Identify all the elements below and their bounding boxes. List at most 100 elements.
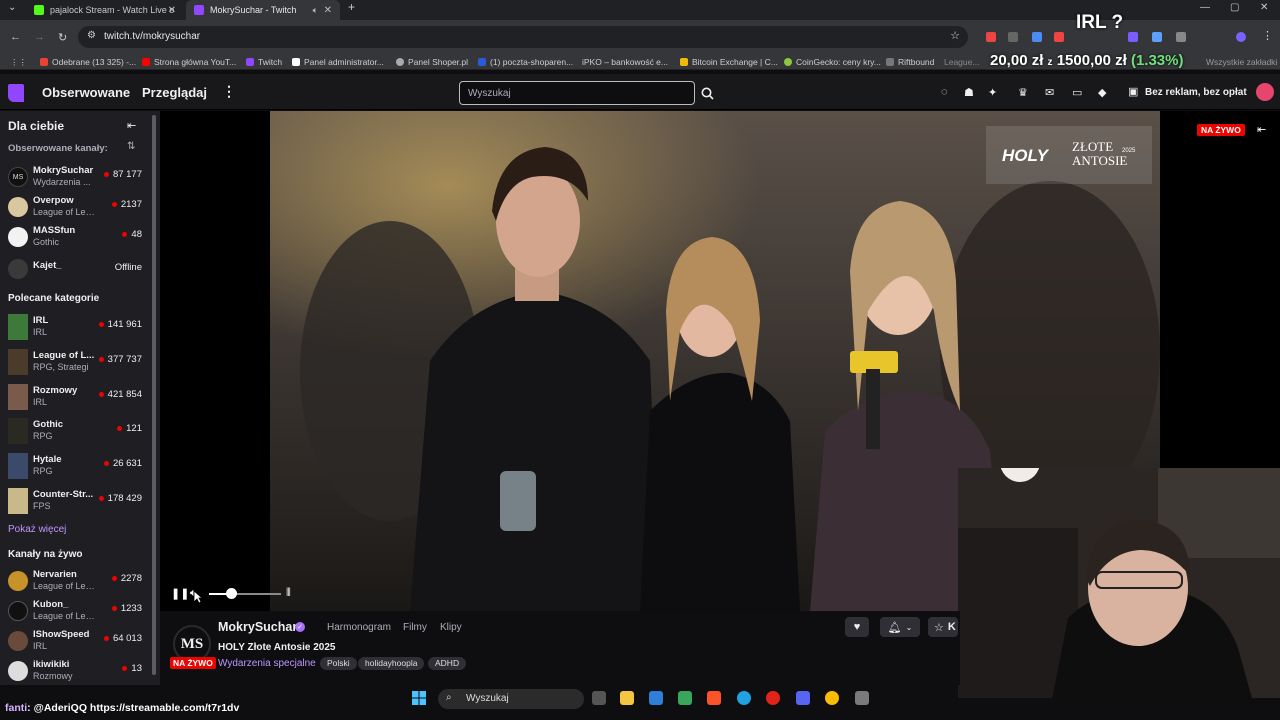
window-close-icon[interactable]: ✕	[1260, 2, 1268, 13]
bookmark-item[interactable]: Panel Shoper.pl	[396, 57, 468, 67]
sidebar-followed-channel[interactable]: Kajet_ Offline	[0, 255, 150, 285]
audio-sync-icon[interactable]: ⦀	[286, 587, 291, 600]
inbox-icon[interactable]: ✉	[1045, 86, 1054, 99]
stream-tag[interactable]: holidayhoopla	[358, 657, 425, 670]
nav-following[interactable]: Obserwowane	[42, 85, 130, 100]
twitch-logo-icon[interactable]	[8, 84, 24, 102]
speaker-icon[interactable]: 🔈︎	[313, 5, 318, 16]
reload-icon[interactable]: ↻	[58, 31, 67, 44]
address-bar[interactable]: ⚙ twitch.tv/mokrysuchar ☆	[78, 26, 968, 48]
sidebar-live-channel[interactable]: Kubon_ League of Leg... 1233	[0, 597, 150, 627]
sidebar-category[interactable]: IRL IRL 141 961	[0, 313, 150, 343]
browser-tab-active[interactable]: MokrySuchar - Twitch 🔈︎ ✕	[186, 0, 340, 20]
tab-list-icon[interactable]: ⌄	[8, 2, 16, 13]
channel-name[interactable]: MokrySuchar	[218, 620, 297, 634]
bookmark-item[interactable]: Odebrane (13 325) -...	[40, 57, 136, 67]
close-tab-icon[interactable]: ✕	[324, 5, 332, 16]
windows-start-icon[interactable]	[412, 691, 426, 705]
collapse-sidebar-icon[interactable]: ⇤	[127, 119, 136, 132]
tab-videos[interactable]: Filmy	[403, 622, 427, 633]
bookmark-item[interactable]: Riftbound	[886, 57, 934, 67]
search-field[interactable]	[459, 81, 695, 105]
discord-icon[interactable]	[796, 691, 810, 705]
site-info-icon[interactable]: ⚙	[87, 30, 96, 41]
bookmark-item[interactable]: Strona główna YouT...	[142, 57, 236, 67]
more-menu-icon[interactable]: ⋮	[222, 83, 236, 100]
bookmark-item[interactable]: iPKO – bankowość e...	[582, 57, 668, 67]
sidebar-category[interactable]: League of L... RPG, Strategi 377 737	[0, 348, 150, 378]
bookmark-item[interactable]: Panel administrator...	[292, 57, 384, 67]
sidebar-category[interactable]: Rozmowy IRL 421 854	[0, 383, 150, 413]
subscribe-button[interactable]: ☆ K	[928, 617, 958, 637]
sidebar-scrollbar[interactable]	[151, 111, 157, 685]
sidebar-category[interactable]: Hytale RPG 26 631	[0, 452, 150, 482]
bits-icon[interactable]: ◆	[1098, 86, 1106, 99]
turbo-icon[interactable]: ☗	[964, 86, 974, 99]
sidebar-live-channel[interactable]: IShowSpeed IRL 64 013	[0, 627, 150, 657]
extension-icon[interactable]	[986, 32, 996, 42]
edge-icon[interactable]	[737, 691, 751, 705]
stream-tag[interactable]: ADHD	[428, 657, 467, 670]
bookmark-item[interactable]: CoinGecko: ceny kry...	[784, 57, 881, 67]
stream-category[interactable]: Wydarzenia specjalne	[218, 658, 316, 669]
sidebar-followed-channel[interactable]: MASSfun Gothic 48	[0, 223, 150, 253]
show-more-link[interactable]: Pokaż więcej	[8, 524, 66, 535]
app-icon[interactable]	[855, 691, 869, 705]
extension-icon[interactable]	[1032, 32, 1042, 42]
extension-icon[interactable]	[1008, 32, 1018, 42]
forward-icon[interactable]: →	[34, 31, 45, 43]
scrollbar-thumb[interactable]	[152, 115, 156, 675]
extension-icon[interactable]	[1128, 32, 1138, 42]
new-tab-button[interactable]: +	[348, 0, 355, 14]
profile-avatar-icon[interactable]	[1236, 32, 1246, 42]
file-explorer-icon[interactable]	[620, 691, 634, 705]
bookmark-item[interactable]: Twitch	[246, 57, 282, 67]
sidebar-live-channel[interactable]: ikiwikiki Rozmowy 13	[0, 657, 150, 685]
sidebar-followed-channel[interactable]: MS MokrySuchar Wydarzenia ... 87 177	[0, 163, 150, 193]
expand-chat-icon[interactable]: ⇤	[1257, 123, 1266, 136]
opera-icon[interactable]	[766, 691, 780, 705]
search-button[interactable]	[696, 81, 718, 105]
user-avatar[interactable]	[1256, 83, 1274, 101]
whispers-icon[interactable]: ▭	[1072, 86, 1082, 99]
channel-points-icon[interactable]: ✦	[988, 86, 997, 99]
browser-menu-icon[interactable]: ⋮	[1262, 29, 1273, 42]
taskbar-search[interactable]: ⌕ Wyszukaj	[438, 689, 584, 709]
brave-icon[interactable]	[707, 691, 721, 705]
minimize-icon[interactable]: —	[1200, 2, 1210, 13]
all-bookmarks[interactable]: Wszystkie zakładki	[1206, 57, 1277, 67]
crown-icon[interactable]: ♛	[1018, 86, 1028, 99]
extension-icon[interactable]	[1054, 32, 1064, 42]
bookmark-item[interactable]: (1) poczta-shoparen...	[478, 57, 573, 67]
tab-schedule[interactable]: Harmonogram	[327, 622, 391, 633]
drops-icon[interactable]: ◌	[941, 86, 948, 98]
stream-tag[interactable]: Polski	[320, 657, 357, 670]
follow-heart-button[interactable]: ♥	[845, 617, 869, 637]
ad-free-button[interactable]: Bez reklam, bez opłat	[1145, 87, 1247, 98]
close-tab-icon[interactable]: ✕	[168, 5, 176, 16]
task-view-icon[interactable]	[592, 691, 606, 705]
bookmark-item[interactable]: League...	[944, 57, 979, 67]
app-icon[interactable]	[678, 691, 692, 705]
store-icon[interactable]	[649, 691, 663, 705]
maximize-icon[interactable]: ▢	[1230, 2, 1239, 13]
back-icon[interactable]: ←	[10, 31, 21, 43]
sidebar-live-channel[interactable]: Nervarien League of Leg... 2278	[0, 567, 150, 597]
bookmark-item[interactable]: Bitcoin Exchange | C...	[680, 57, 778, 67]
tab-clips[interactable]: Klipy	[440, 622, 462, 633]
sidebar-category[interactable]: Counter-Str... FPS 178 429	[0, 487, 150, 517]
notifications-button[interactable]: 🔔︎ ⌄	[880, 617, 920, 637]
volume-handle[interactable]	[225, 588, 237, 599]
extension-icon[interactable]	[1152, 32, 1162, 42]
search-input[interactable]	[460, 82, 694, 104]
browser-tab[interactable]: pajalock Stream - Watch Live o ✕	[26, 0, 184, 20]
sidebar-category[interactable]: Gothic RPG 121	[0, 417, 150, 447]
apps-grid-icon[interactable]: ⋮⋮	[10, 57, 27, 68]
pause-icon[interactable]: ❚❚	[171, 587, 189, 600]
chrome-icon[interactable]	[825, 691, 839, 705]
sort-icon[interactable]: ⇅	[127, 141, 135, 152]
sidebar-followed-channel[interactable]: Overpow League of Leg... 2137	[0, 193, 150, 223]
extensions-puzzle-icon[interactable]	[1176, 32, 1186, 42]
bookmark-star-icon[interactable]: ☆	[950, 29, 960, 42]
nav-browse[interactable]: Przeglądaj	[142, 85, 207, 100]
